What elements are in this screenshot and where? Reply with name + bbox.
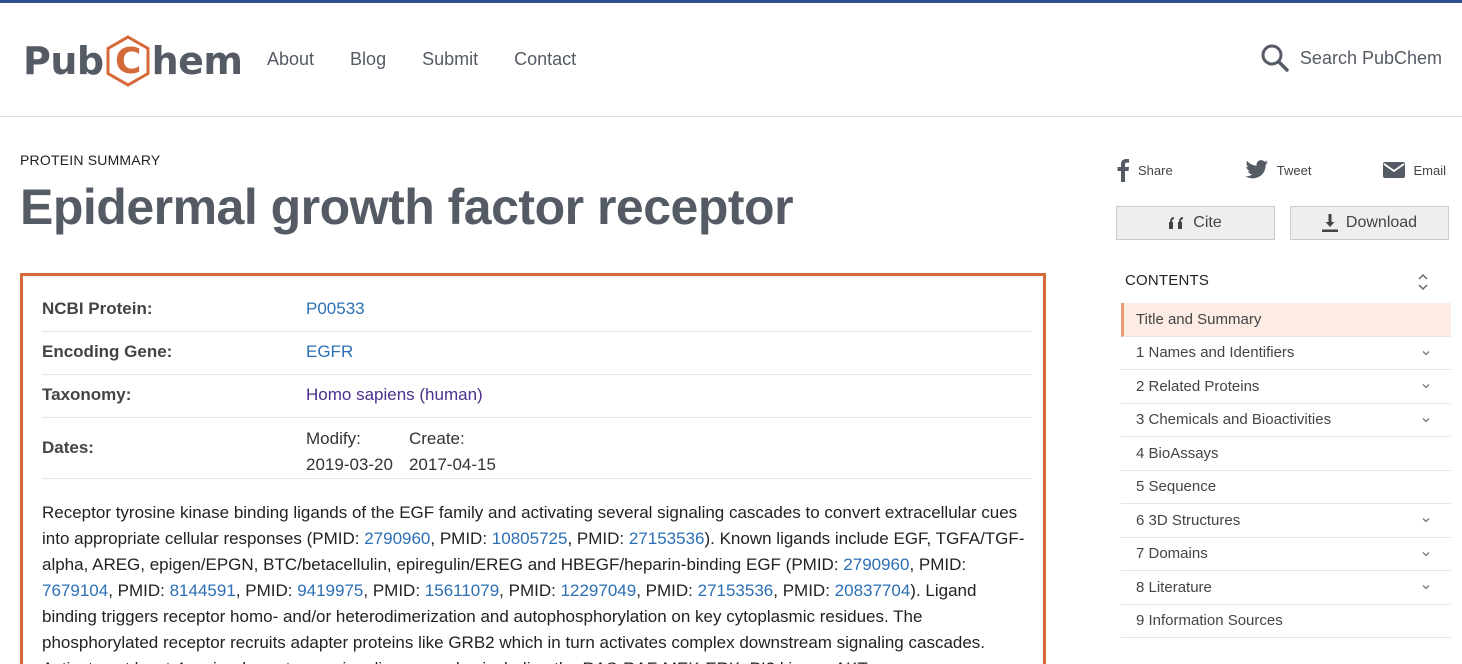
summary-row-gene: Encoding Gene: EGFR (42, 332, 1032, 375)
download-button[interactable]: Download (1290, 206, 1449, 240)
toc-item[interactable]: 5 Sequence (1121, 471, 1451, 504)
pmid-link[interactable]: 2790960 (364, 529, 430, 548)
quote-icon (1169, 217, 1184, 229)
toc-item-label: 8 Literature (1136, 578, 1212, 596)
page-title: Epidermal growth factor receptor (20, 179, 794, 235)
chevron-down-icon[interactable] (1421, 381, 1431, 391)
summary-label: Dates: (42, 438, 94, 457)
create-date: Create: 2017-04-15 (408, 429, 496, 474)
encoding-gene-link[interactable]: EGFR (306, 342, 353, 362)
toc-item[interactable]: Title and Summary (1121, 303, 1451, 337)
toc-item-label: Title and Summary (1136, 310, 1262, 328)
toc-item[interactable]: 4 BioAssays (1121, 437, 1451, 471)
pmid-link[interactable]: 12297049 (561, 581, 637, 600)
contents-heading: CONTENTS (1125, 272, 1210, 289)
pmid-link[interactable]: 10805725 (492, 529, 568, 548)
toc-item-label: 9 Information Sources (1136, 612, 1283, 630)
logo-text-hem: hem (151, 39, 243, 83)
chevron-down-icon[interactable] (1421, 348, 1431, 358)
description-text: , PMID: (499, 581, 561, 600)
description-text: , PMID: (363, 581, 425, 600)
pmid-link[interactable]: 27153536 (698, 581, 774, 600)
nav-about[interactable]: About (267, 49, 314, 70)
pmid-link[interactable]: 8144591 (170, 581, 236, 600)
nav-submit[interactable]: Submit (422, 49, 478, 70)
description-text: , PMID: (108, 581, 170, 600)
search-button[interactable]: Search PubChem (1260, 43, 1442, 73)
summary-label: Taxonomy: (42, 385, 132, 404)
summary-box: NCBI Protein: P00533 Encoding Gene: EGFR… (20, 273, 1046, 664)
summary-row-taxonomy: Taxonomy: Homo sapiens (human) (42, 375, 1032, 418)
summary-label: Encoding Gene: (42, 342, 173, 361)
toc-item-label: 7 Domains (1136, 545, 1208, 563)
taxonomy-link[interactable]: Homo sapiens (human) (306, 385, 483, 405)
pmid-link[interactable]: 7679104 (42, 581, 108, 600)
description-text: , PMID: (773, 581, 835, 600)
toc-item[interactable]: 9 Information Sources (1121, 605, 1451, 638)
nav-blog[interactable]: Blog (350, 49, 386, 70)
share-email-button[interactable]: Email (1383, 158, 1446, 182)
pmid-link[interactable]: 2790960 (843, 555, 909, 574)
share-bar: Share Tweet Email (1116, 158, 1446, 182)
modify-date: Modify: 2019-03-20 (306, 429, 393, 474)
ncbi-protein-link[interactable]: P00533 (306, 299, 365, 319)
pubchem-logo[interactable]: Pub C hem (23, 33, 243, 89)
search-label: Search PubChem (1299, 47, 1442, 68)
pmid-link[interactable]: 27153536 (629, 529, 705, 548)
description-text: , PMID: (430, 529, 492, 548)
page-eyebrow: PROTEIN SUMMARY (20, 152, 161, 168)
nav-contact[interactable]: Contact (514, 49, 576, 70)
twitter-icon (1245, 160, 1268, 179)
summary-row-ncbi: NCBI Protein: P00533 (42, 289, 1032, 332)
toc-item-label: 3 Chemicals and Bioactivities (1136, 411, 1332, 429)
pmid-link[interactable]: 9419975 (297, 581, 363, 600)
toc-item[interactable]: 8 Literature (1121, 571, 1451, 605)
share-facebook-button[interactable]: Share (1116, 158, 1173, 182)
description-text: , PMID: (636, 581, 698, 600)
summary-row-dates: Dates: Modify: 2019-03-20 Create: 2017-0… (42, 418, 1032, 479)
chevron-down-icon[interactable] (1421, 515, 1431, 525)
toc-item-label: 5 Sequence (1136, 478, 1217, 496)
toc-item-label: 2 Related Proteins (1136, 377, 1260, 395)
hexagon-logo-icon: C (105, 35, 151, 87)
share-twitter-button[interactable]: Tweet (1245, 158, 1311, 182)
chevron-down-icon[interactable] (1421, 582, 1431, 592)
description-text: , PMID: (909, 555, 967, 574)
main-nav: About Blog Submit Contact (267, 49, 576, 70)
toc-item[interactable]: 2 Related Proteins (1121, 370, 1451, 404)
logo-text-pub: Pub (23, 39, 104, 83)
chevron-down-icon[interactable] (1421, 549, 1431, 559)
dates-block: Modify: 2019-03-20 Create: 2017-04-15 (306, 426, 496, 478)
description-text: , PMID: (567, 529, 629, 548)
description-text: , PMID: (235, 581, 298, 600)
toc-item[interactable]: 6 3D Structures (1121, 504, 1451, 538)
toc-item-label: 4 BioAssays (1136, 444, 1219, 462)
toc-item[interactable]: 7 Domains (1121, 538, 1451, 571)
facebook-icon (1117, 159, 1129, 182)
toc-item-label: 1 Names and Identifiers (1136, 344, 1295, 362)
cite-button[interactable]: Cite (1116, 206, 1275, 240)
download-icon (1321, 214, 1338, 232)
summary-label: NCBI Protein: (42, 299, 153, 318)
toc-item-label: 6 3D Structures (1136, 511, 1241, 529)
toc-item[interactable]: 1 Names and Identifiers (1121, 337, 1451, 370)
email-icon (1383, 162, 1406, 178)
pmid-link[interactable]: 20837704 (835, 581, 911, 600)
site-header: Pub C hem About Blog Submit Contact Sear… (0, 3, 1462, 117)
protein-description: Receptor tyrosine kinase binding ligands… (42, 500, 1032, 664)
logo-hex-letter: C (115, 41, 141, 82)
table-of-contents: Title and Summary 1 Names and Identifiers… (1121, 303, 1451, 638)
expand-collapse-icon[interactable] (1415, 270, 1431, 294)
pmid-link[interactable]: 15611079 (425, 581, 499, 600)
chevron-down-icon[interactable] (1421, 415, 1431, 425)
toc-item[interactable]: 3 Chemicals and Bioactivities (1121, 404, 1451, 437)
search-icon (1261, 44, 1289, 72)
